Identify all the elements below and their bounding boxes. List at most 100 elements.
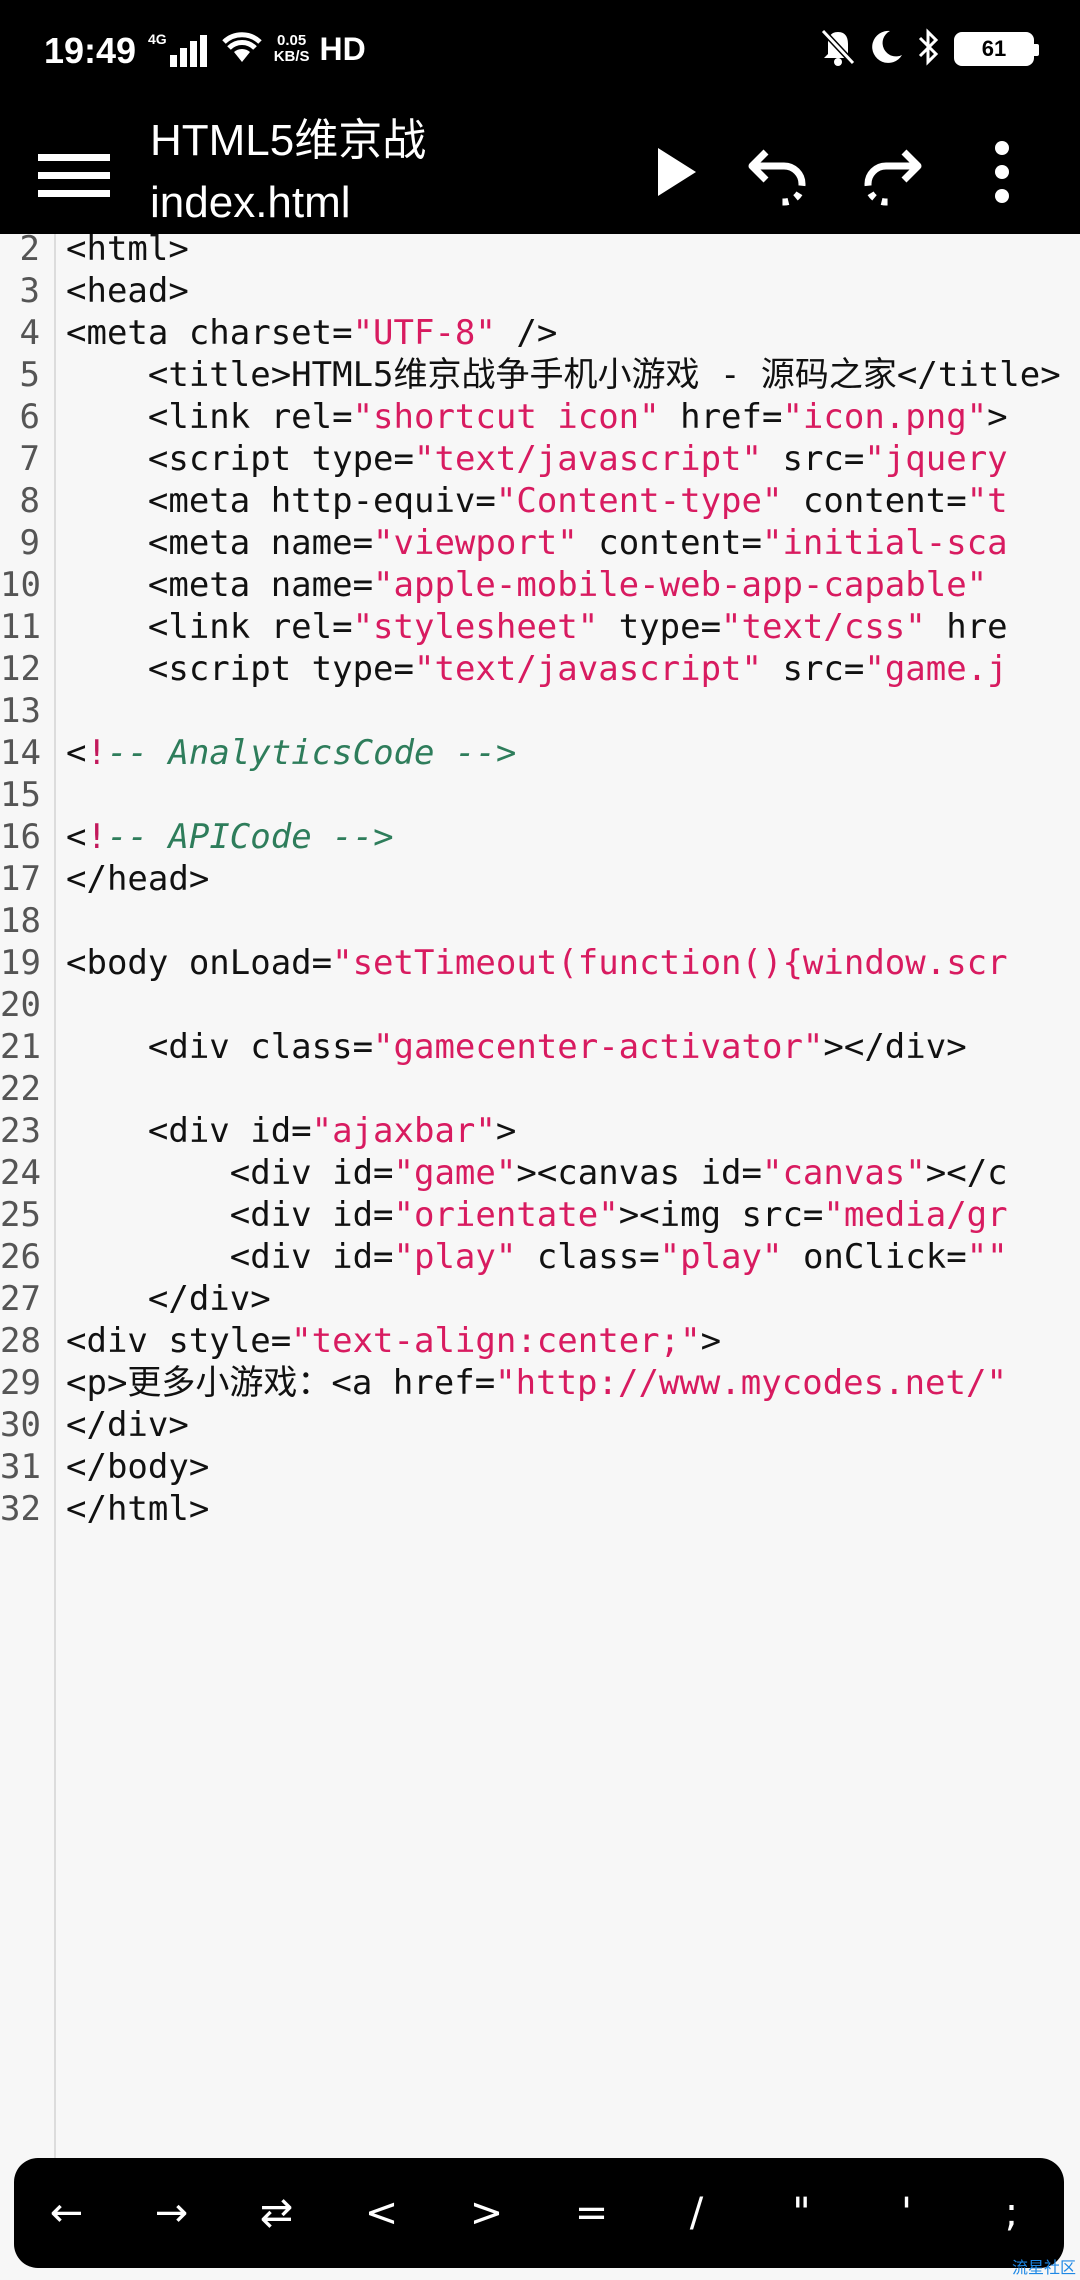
code-line[interactable]: 8 <meta http-equiv="Content-type" conten… bbox=[0, 480, 1080, 522]
code-text[interactable]: <script type="text/javascript" src="game… bbox=[66, 648, 1008, 690]
code-text[interactable]: <!-- APICode --> bbox=[66, 816, 394, 858]
code-line[interactable]: 13 bbox=[0, 690, 1080, 732]
code-text[interactable]: <div id="game"><canvas id="canvas"></c bbox=[66, 1152, 1008, 1194]
code-token: content= bbox=[577, 523, 762, 563]
code-line[interactable]: 6 <link rel="shortcut icon" href="icon.p… bbox=[0, 396, 1080, 438]
code-line[interactable]: 17 </head> bbox=[0, 858, 1080, 900]
cellular-signal-icon: 4G bbox=[148, 31, 210, 67]
code-text[interactable]: <meta name="viewport" content="initial-s… bbox=[66, 522, 1008, 564]
code-token: href= bbox=[659, 397, 783, 437]
code-token: <div id= bbox=[66, 1195, 394, 1235]
code-line[interactable]: 12 <script type="text/javascript" src="g… bbox=[0, 648, 1080, 690]
code-text[interactable]: </body> bbox=[66, 1446, 209, 1488]
code-text[interactable]: </html> bbox=[66, 1488, 209, 1530]
code-text[interactable]: <html> bbox=[66, 234, 189, 270]
code-line[interactable]: 10 <meta name="apple-mobile-web-app-capa… bbox=[0, 564, 1080, 606]
code-token: <meta charset= bbox=[66, 313, 353, 353]
code-line[interactable]: 22 bbox=[0, 1068, 1080, 1110]
greater-than-key[interactable]: > bbox=[442, 2163, 532, 2263]
code-token: type= bbox=[598, 607, 722, 647]
line-number: 21 bbox=[0, 1027, 41, 1067]
code-line[interactable]: 11 <link rel="stylesheet" type="text/css… bbox=[0, 606, 1080, 648]
code-line[interactable]: 4 <meta charset="UTF-8" /> bbox=[0, 312, 1080, 354]
code-line[interactable]: 16 <!-- APICode --> bbox=[0, 816, 1080, 858]
code-string: "viewport" bbox=[373, 523, 578, 563]
code-line[interactable]: 30 </div> bbox=[0, 1404, 1080, 1446]
code-line[interactable]: 29 <p>更多小游戏：<a href="http://www.mycodes.n… bbox=[0, 1362, 1080, 1404]
code-string: "text/javascript" bbox=[414, 649, 762, 689]
line-number: 2 bbox=[19, 234, 40, 269]
single-quote-key[interactable]: ' bbox=[862, 2163, 952, 2263]
code-line[interactable]: 23 <div id="ajaxbar"> bbox=[0, 1110, 1080, 1152]
code-token: <link rel= bbox=[66, 397, 353, 437]
less-than-key[interactable]: < bbox=[337, 2163, 427, 2263]
code-text[interactable]: <meta http-equiv="Content-type" content=… bbox=[66, 480, 1008, 522]
swap-key[interactable]: ⇄ bbox=[232, 2163, 322, 2263]
code-token: > bbox=[495, 1111, 517, 1151]
code-line[interactable]: 20 bbox=[0, 984, 1080, 1026]
double-quote-key[interactable]: " bbox=[757, 2163, 847, 2263]
code-token: <meta name= bbox=[66, 523, 374, 563]
hamburger-menu-icon[interactable] bbox=[36, 132, 116, 212]
code-text[interactable]: <title>HTML5维京战争手机小游戏 - 源码之家</title> bbox=[66, 354, 1061, 396]
code-token: <head> bbox=[66, 271, 189, 311]
code-text[interactable]: <div id="orientate"><img src="media/gr bbox=[66, 1194, 1008, 1236]
semicolon-key[interactable]: ; bbox=[967, 2163, 1057, 2263]
code-comment: ! bbox=[86, 817, 107, 857]
line-number: 25 bbox=[0, 1195, 41, 1235]
code-line[interactable]: 14 <!-- AnalyticsCode --> bbox=[0, 732, 1080, 774]
code-text[interactable]: </head> bbox=[66, 858, 209, 900]
code-text[interactable]: </div> bbox=[66, 1404, 189, 1446]
code-line[interactable]: 7 <script type="text/javascript" src="jq… bbox=[0, 438, 1080, 480]
code-line[interactable]: 19 <body onLoad="setTimeout(function(){wi… bbox=[0, 942, 1080, 984]
more-vert-icon[interactable] bbox=[962, 132, 1042, 212]
code-string: "apple-mobile-web-app-capable" bbox=[373, 565, 988, 605]
arrow-right-key[interactable]: → bbox=[127, 2163, 217, 2263]
code-text[interactable]: <p>更多小游戏：<a href="http://www.mycodes.net… bbox=[66, 1362, 1007, 1404]
code-line[interactable]: 18 bbox=[0, 900, 1080, 942]
code-text[interactable]: <link rel="shortcut icon" href="icon.png… bbox=[66, 396, 1008, 438]
code-text[interactable]: <div class="gamecenter-activator"></div> bbox=[66, 1026, 967, 1068]
equals-key[interactable]: = bbox=[547, 2163, 637, 2263]
code-line[interactable]: 9 <meta name="viewport" content="initial… bbox=[0, 522, 1080, 564]
code-text[interactable]: <div id="ajaxbar"> bbox=[66, 1110, 516, 1152]
code-text[interactable]: <div style="text-align:center;"> bbox=[66, 1320, 721, 1362]
line-number: 3 bbox=[19, 271, 40, 311]
code-line[interactable]: 3 <head> bbox=[0, 270, 1080, 312]
code-line[interactable]: 21 <div class="gamecenter-activator"></d… bbox=[0, 1026, 1080, 1068]
code-line[interactable]: 15 bbox=[0, 774, 1080, 816]
code-line[interactable]: 32 </html> bbox=[0, 1488, 1080, 1530]
slash-key[interactable]: / bbox=[652, 2163, 742, 2263]
code-string: "initial-sca bbox=[761, 523, 1008, 563]
code-token: /> bbox=[495, 313, 558, 353]
code-text[interactable]: <meta charset="UTF-8" /> bbox=[66, 312, 557, 354]
line-number: 18 bbox=[0, 901, 41, 941]
arrow-left-key[interactable]: ← bbox=[22, 2163, 112, 2263]
code-line[interactable]: 27 </div> bbox=[0, 1278, 1080, 1320]
code-text[interactable]: <!-- AnalyticsCode --> bbox=[66, 732, 516, 774]
code-line[interactable]: 28 <div style="text-align:center;"> bbox=[0, 1320, 1080, 1362]
code-line[interactable]: 5 <title>HTML5维京战争手机小游戏 - 源码之家</title> bbox=[0, 354, 1080, 396]
code-line[interactable]: 2 <html> bbox=[0, 234, 1080, 270]
code-line[interactable]: 25 <div id="orientate"><img src="media/g… bbox=[0, 1194, 1080, 1236]
code-text[interactable]: <div id="play" class="play" onClick="" bbox=[66, 1236, 1008, 1278]
code-text[interactable]: <link rel="stylesheet" type="text/css" h… bbox=[66, 606, 1008, 648]
code-text[interactable]: <meta name="apple-mobile-web-app-capable… bbox=[66, 564, 987, 606]
code-string: "" bbox=[966, 1237, 1008, 1277]
code-token: ></c bbox=[925, 1153, 1008, 1193]
status-right-icons: 61 bbox=[820, 28, 1039, 70]
play-icon[interactable] bbox=[634, 132, 714, 212]
redo-icon[interactable] bbox=[850, 132, 930, 212]
code-text[interactable]: <script type="text/javascript" src="jque… bbox=[66, 438, 1008, 480]
code-editor[interactable]: 2 <html> 3 <head> 4 <meta charset="UTF-8" /> 5… bbox=[0, 234, 1080, 2190]
code-text[interactable]: </div> bbox=[66, 1278, 271, 1320]
code-text[interactable]: <head> bbox=[66, 270, 189, 312]
code-line[interactable]: 31 </body> bbox=[0, 1446, 1080, 1488]
code-line[interactable]: 26 <div id="play" class="play" onClick="… bbox=[0, 1236, 1080, 1278]
line-number: 17 bbox=[0, 859, 41, 899]
code-text[interactable]: <body onLoad="setTimeout(function(){wind… bbox=[66, 942, 1008, 984]
line-number: 8 bbox=[19, 481, 40, 521]
code-line[interactable]: 24 <div id="game"><canvas id="canvas"></… bbox=[0, 1152, 1080, 1194]
undo-icon[interactable] bbox=[740, 132, 820, 212]
code-token: <div id= bbox=[66, 1237, 394, 1277]
